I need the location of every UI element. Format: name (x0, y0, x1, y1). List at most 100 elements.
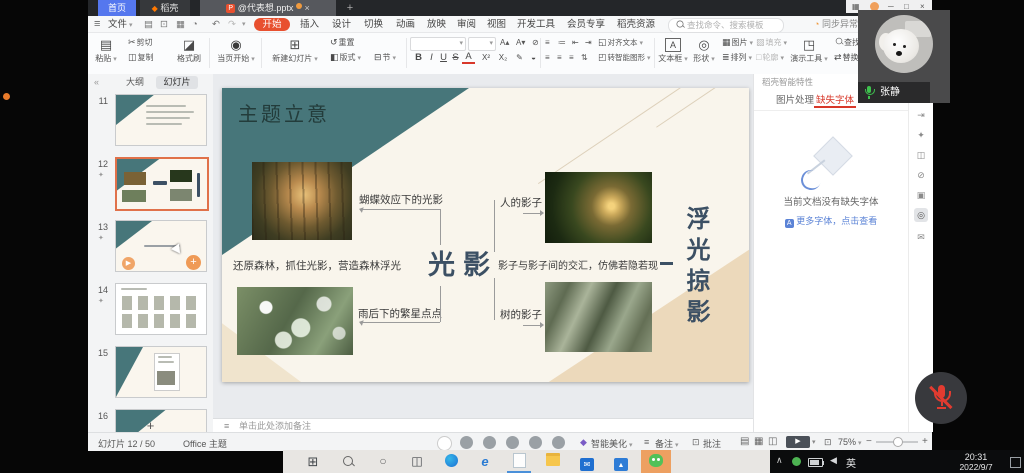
slideshow-play-button[interactable]: ▶ (786, 436, 810, 448)
to-smart-graphic-button[interactable]: ◰转智能图形 (598, 51, 651, 64)
notes-toggle-button[interactable]: 备注 (655, 437, 679, 450)
subscript-button[interactable]: X₂ (495, 51, 511, 64)
close-tab-icon[interactable]: × (304, 3, 309, 13)
menu-tab-transition[interactable]: 切换 (364, 18, 383, 31)
preview-icon[interactable]: ◔ (192, 18, 198, 31)
tab-missing-fonts[interactable]: 缺失字体 (816, 92, 854, 106)
bokeh-photo[interactable] (237, 287, 353, 355)
attachment-icon-active[interactable]: ◎ (914, 208, 928, 222)
collapse-panel-icon[interactable]: ⇥ (914, 108, 928, 122)
slide-thumbnail-13[interactable]: ▶ + (115, 220, 207, 272)
smart-features-icon[interactable]: ✦ (914, 128, 928, 142)
start-button-icon[interactable]: ⊞ (303, 453, 323, 470)
webcam-overlay[interactable]: 张静 (858, 10, 950, 103)
tree-shadow-photo[interactable] (545, 282, 652, 352)
help-icon[interactable]: ⊘ (914, 168, 928, 182)
format-painter-button[interactable]: ◪格式刷 (172, 36, 206, 64)
edge-icon[interactable] (441, 453, 461, 470)
highlighter-icon[interactable]: ◒ (527, 51, 540, 64)
layout-button[interactable]: ◧版式 (330, 51, 361, 64)
font-size-select[interactable] (468, 37, 496, 51)
sync-status[interactable]: ◔ 同步异常 (814, 18, 858, 31)
new-tab-button[interactable]: + (342, 0, 358, 16)
text-light[interactable]: 光 (428, 243, 455, 282)
align-text-button[interactable]: ◱对齐文本 (598, 36, 643, 49)
hamburger-icon[interactable]: ≡ (94, 18, 100, 31)
arrange-button[interactable]: ≣排列 (722, 51, 752, 64)
zoom-out-button[interactable]: − (866, 436, 872, 447)
clock-time[interactable]: 20:31 (948, 452, 1004, 462)
window-icon[interactable]: ◫ (914, 148, 928, 162)
photos-app-icon[interactable]: ▲ (611, 453, 631, 470)
forest-photo[interactable] (252, 162, 352, 240)
outline-button[interactable]: □轮廓 (756, 51, 784, 64)
print-icon[interactable]: ▦ (176, 18, 185, 31)
fit-window-icon[interactable]: ⊡ (824, 437, 832, 448)
tab-home[interactable]: 首页 (98, 0, 136, 16)
command-search-input[interactable]: 查找命令、搜索模板 (668, 18, 784, 33)
task-view-icon[interactable]: ◫ (407, 453, 427, 470)
reading-view-icon[interactable]: ◫ (768, 436, 777, 447)
label-stars[interactable]: 雨后下的繁星点点 (358, 306, 442, 321)
tab-document[interactable]: P @代表想.pptx × (200, 0, 336, 16)
beautify-button[interactable]: 智能美化 (591, 437, 633, 450)
menu-tab-docer-res[interactable]: 稻壳资源 (617, 18, 655, 31)
text-effects-icon[interactable]: ✎ (513, 51, 526, 64)
paste-button[interactable]: ▤粘贴 (90, 36, 122, 64)
slide-12[interactable]: 主题立意 蝴蝶效应下的光影 还原森林，抓住光影，营造森林浮光 雨后下的繁星点点 … (222, 88, 749, 382)
image-tools-icon[interactable]: ▣ (914, 188, 928, 202)
tab-slides[interactable]: 幻灯片 (156, 76, 198, 89)
menu-tab-member[interactable]: 会员专享 (567, 18, 605, 31)
label-tree-shadow[interactable]: 树的影子 (500, 307, 542, 322)
feedback-mail-icon[interactable]: ✉ (914, 230, 928, 244)
zoom-in-button[interactable]: + (922, 436, 928, 447)
slide-thumbnail-15[interactable] (115, 346, 207, 398)
new-slide-button[interactable]: ⊞新建幻灯片 (265, 36, 325, 64)
slide-thumbnail-14[interactable] (115, 283, 207, 335)
indent-icon[interactable]: ⇥ (585, 36, 592, 49)
line-spacing-icon[interactable]: ⇅ (581, 51, 588, 64)
save-icon[interactable]: ▤ (144, 18, 153, 31)
menu-tab-design[interactable]: 设计 (332, 18, 351, 31)
menu-tab-animation[interactable]: 动画 (396, 18, 415, 31)
hidden-icons-chevron[interactable]: ∧ (776, 455, 783, 466)
present-tools-button[interactable]: ◳演示工具 (788, 36, 830, 64)
text-shadow[interactable]: 影 (463, 243, 490, 282)
menu-tab-view[interactable]: 视图 (487, 18, 506, 31)
strikethrough-button[interactable]: S (449, 51, 462, 64)
thumb-add-icon[interactable]: + (186, 255, 201, 270)
fill-button[interactable]: ▨填充 (756, 36, 787, 49)
clear-format-button[interactable]: ⊘ (532, 36, 539, 49)
align-right-icon[interactable]: ≡ (569, 51, 574, 64)
add-slide-button[interactable]: + (88, 418, 213, 432)
label-butterfly[interactable]: 蝴蝶效应下的光影 (359, 192, 443, 207)
slide-thumbnail-11[interactable] (115, 94, 207, 146)
label-merge[interactable]: 影子与影子间的交汇，仿佛若隐若现 (498, 257, 658, 272)
mail-app-icon[interactable]: ✉ (577, 453, 597, 470)
zoom-slider-knob[interactable] (893, 437, 903, 447)
slide-title[interactable]: 主题立意 (238, 98, 330, 127)
decrease-font-button[interactable]: A▾ (516, 36, 525, 49)
wechat-meeting-icon[interactable] (646, 453, 666, 470)
theme-name[interactable]: Office 主题 (183, 437, 227, 450)
sorter-view-icon[interactable]: ▦ (754, 436, 763, 447)
font-color-button[interactable]: A (462, 51, 475, 64)
undo-icon[interactable]: ↶ (212, 18, 220, 31)
thumb-play-icon[interactable]: ▶ (122, 257, 135, 270)
menu-tab-devtools[interactable]: 开发工具 (517, 18, 555, 31)
export-icon[interactable]: ⊡ (160, 18, 168, 31)
text-motto-vertical[interactable]: 浮光掠影 (678, 206, 713, 382)
section-button[interactable]: ⊟节 (374, 51, 396, 64)
align-left-icon[interactable]: ≡ (545, 51, 550, 64)
qat-dropdown-icon[interactable]: ▾ (242, 18, 246, 31)
menu-tab-slideshow[interactable]: 放映 (427, 18, 446, 31)
action-center-icon[interactable] (1010, 457, 1021, 468)
normal-view-icon[interactable]: ▤ (740, 436, 749, 447)
bold-button[interactable]: B (412, 51, 425, 64)
tab-image-processing[interactable]: 图片处理 (776, 92, 814, 106)
textbox-button[interactable]: A文本框 (658, 36, 688, 64)
find-button[interactable]: 查找 (834, 36, 860, 49)
ie-browser-icon[interactable]: e (475, 453, 495, 470)
input-language-indicator[interactable]: 英 (846, 455, 856, 470)
slide-thumbnail-12-selected[interactable] (115, 157, 209, 211)
